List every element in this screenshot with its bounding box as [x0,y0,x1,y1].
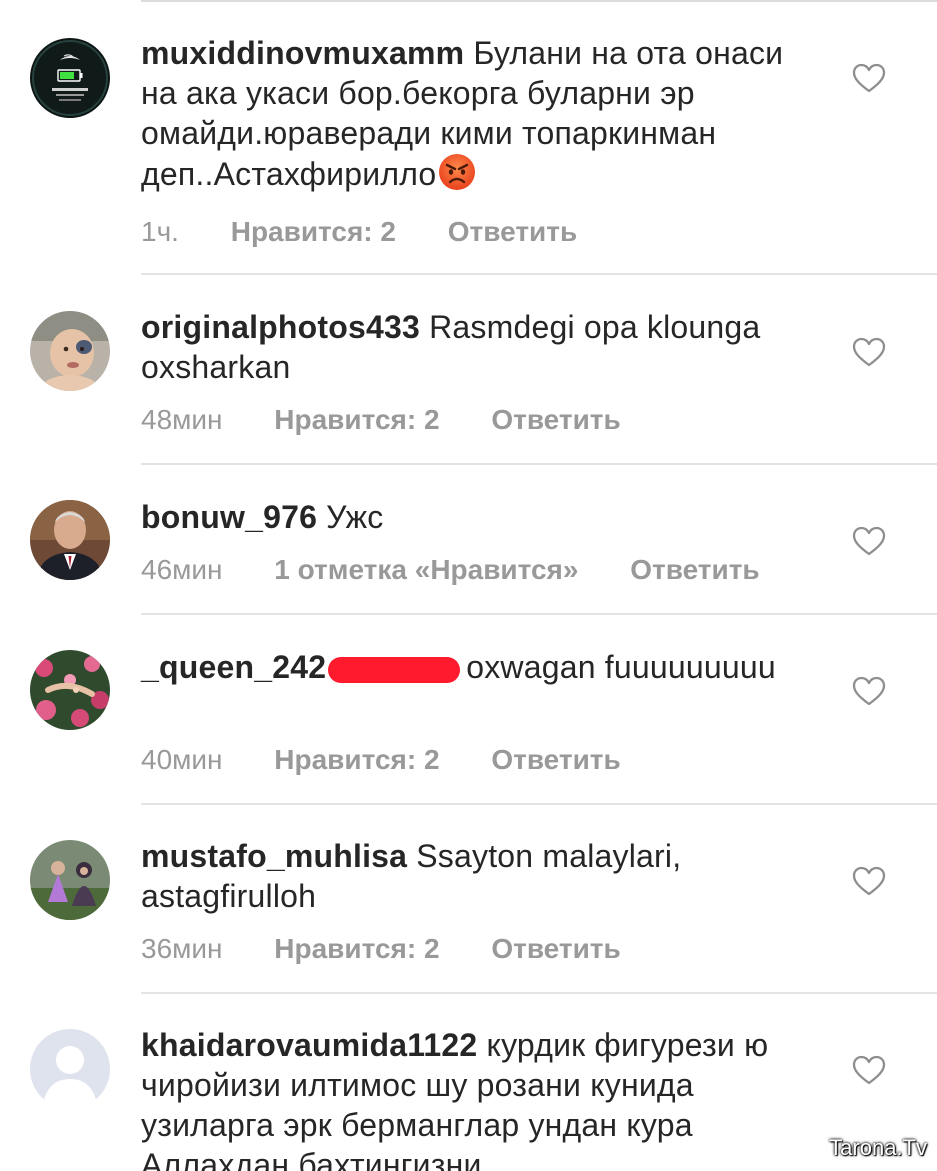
comment-body: oxwagan fuuuuuuuuu [466,649,776,685]
comments-page: muxiddinovmuxamm Булани на ота онаси на … [0,0,937,1171]
comment-text: originalphotos433 Rasmdegi opa klounga o… [141,307,781,387]
comment-meta: 36мин Нравится: 2 Ответить [141,932,665,966]
heart-icon[interactable] [852,526,886,556]
divider [141,992,937,994]
comment-likes[interactable]: Нравится: 2 [274,933,439,964]
divider [141,0,937,2]
comment-time: 48мин [141,404,223,435]
avatar[interactable] [30,500,110,580]
avatar[interactable] [30,1029,110,1109]
comment-text: bonuw_976 Ужс [141,497,781,537]
comment-time: 46мин [141,554,223,585]
comment-meta: 1ч. Нравится: 2 Ответить [141,215,621,249]
divider [141,273,937,275]
comment-username[interactable]: muxiddinovmuxamm [141,35,464,71]
watermark: Tarona.Tv [829,1135,927,1160]
avatar[interactable] [30,840,110,920]
comment-text: _queen_242 oxwagan fuuuuuuuuu [141,647,781,687]
comment-username[interactable]: _queen_242 [141,649,326,685]
comment-username[interactable]: khaidarovaumida1122 [141,1027,477,1063]
comment-likes[interactable]: Нравится: 2 [274,744,439,775]
heart-icon[interactable] [852,337,886,367]
angry-face-icon [438,153,476,191]
divider [141,463,937,465]
comment-likes[interactable]: Нравится: 2 [274,404,439,435]
heart-icon[interactable] [852,1055,886,1085]
divider [141,613,937,615]
reply-button[interactable]: Ответить [491,404,620,435]
reply-button[interactable]: Ответить [491,933,620,964]
comment-meta: 40мин Нравится: 2 Ответить [141,743,665,777]
reply-button[interactable]: Ответить [630,554,759,585]
avatar[interactable] [30,650,110,730]
comment-meta: 48мин Нравится: 2 Ответить [141,403,665,437]
reply-button[interactable]: Ответить [448,216,577,247]
heart-icon[interactable] [852,63,886,93]
comment-time: 36мин [141,933,223,964]
comment-username[interactable]: originalphotos433 [141,309,420,345]
comment-text: khaidarovaumida1122 курдик фигурези ю чи… [141,1025,811,1171]
comment-likes[interactable]: Нравится: 2 [231,216,396,247]
comment-body: Ужс [326,499,384,535]
reply-button[interactable]: Ответить [491,744,620,775]
comment-time: 1ч. [141,216,179,247]
comment-username[interactable]: bonuw_976 [141,499,317,535]
avatar[interactable] [30,311,110,391]
comment-text: mustafo_muhlisa Ssayton malaylari, astag… [141,836,781,916]
comment-likes[interactable]: 1 отметка «Нравится» [274,554,578,585]
avatar[interactable] [30,38,110,118]
comment-time: 40мин [141,744,223,775]
redaction-mark [328,656,461,683]
heart-icon[interactable] [852,676,886,706]
heart-icon[interactable] [852,866,886,896]
comment-username[interactable]: mustafo_muhlisa [141,838,407,874]
comment-meta: 46мин 1 отметка «Нравится» Ответить [141,553,804,587]
comment-text: muxiddinovmuxamm Булани на ота онаси на … [141,33,791,194]
divider [141,803,937,805]
